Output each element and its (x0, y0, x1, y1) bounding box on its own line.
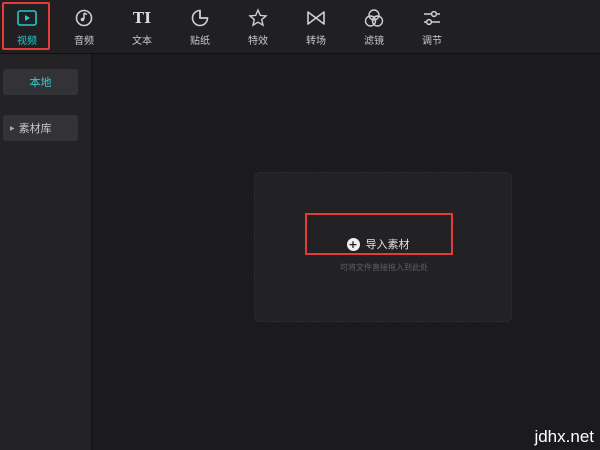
tool-text-label: 文本 (132, 35, 152, 47)
caret-right-icon: ▶ (10, 124, 15, 132)
sidebar-item-local[interactable]: 本地 (3, 69, 78, 95)
tool-adjust[interactable]: 调节 (405, 0, 459, 53)
drop-zone[interactable]: + 导入素材 可将文件直接拖入到此处 (254, 172, 512, 322)
effects-star-icon (247, 7, 269, 29)
plus-icon: + (346, 237, 360, 251)
tool-audio[interactable]: 音频 (57, 0, 111, 53)
tool-video[interactable]: 视频 (0, 0, 54, 53)
audio-note-icon (73, 7, 95, 29)
tool-sticker[interactable]: 贴纸 (173, 0, 227, 53)
video-play-icon (16, 7, 38, 29)
sidebar-item-library[interactable]: ▶ 素材库 (3, 115, 78, 141)
sidebar: 本地 ▶ 素材库 (0, 54, 92, 450)
sidebar-item-local-label: 本地 (29, 76, 52, 89)
tool-effects-label: 特效 (248, 35, 268, 47)
tool-transition-label: 转场 (306, 35, 326, 47)
tool-sticker-label: 贴纸 (190, 35, 210, 47)
top-toolbar: 视频 音频 TI 文本 贴纸 特效 转场 滤镜 调节 (0, 0, 600, 54)
tool-audio-label: 音频 (74, 35, 94, 47)
text-ti-icon: TI (131, 7, 153, 29)
tool-effects[interactable]: 特效 (231, 0, 285, 53)
transition-bowtie-icon (305, 7, 327, 29)
sidebar-item-library-label: 素材库 (18, 122, 52, 135)
sticker-icon (189, 7, 211, 29)
tool-filter-label: 滤镜 (364, 35, 384, 47)
media-panel: + 导入素材 可将文件直接拖入到此处 (92, 54, 600, 450)
drop-hint: 可将文件直接拖入到此处 (340, 263, 428, 272)
import-media-label: 导入素材 (365, 238, 410, 251)
watermark: jdhx.net (534, 427, 594, 446)
tool-text[interactable]: TI 文本 (115, 0, 169, 53)
tool-filter[interactable]: 滤镜 (347, 0, 401, 53)
adjust-sliders-icon (421, 7, 443, 29)
tool-transition[interactable]: 转场 (289, 0, 343, 53)
import-media-button[interactable]: + 导入素材 (303, 233, 453, 255)
filter-circles-icon (363, 7, 385, 29)
tool-adjust-label: 调节 (422, 35, 442, 47)
text-ti-glyph: TI (132, 8, 152, 27)
tool-video-label: 视频 (17, 35, 37, 47)
